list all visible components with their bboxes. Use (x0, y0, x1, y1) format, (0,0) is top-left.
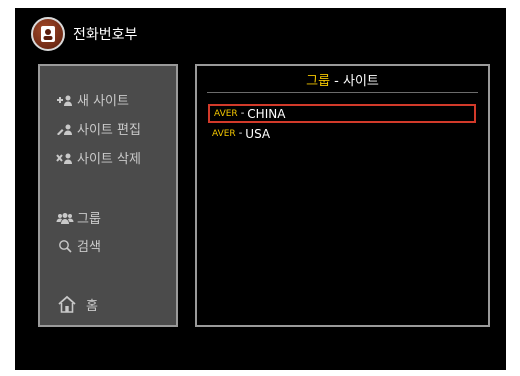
delete-site-label: 사이트 삭제 (77, 152, 141, 167)
add-user-icon (56, 93, 74, 107)
group-label: 그룹 (77, 212, 101, 227)
search-button[interactable]: 검색 (56, 236, 101, 255)
site-separator: - (240, 108, 245, 119)
home-icon (56, 294, 78, 314)
group-icon (56, 211, 74, 225)
search-label: 검색 (77, 240, 101, 255)
header: 전화번호부 (31, 16, 137, 52)
edit-site-button[interactable]: 사이트 편집 (56, 119, 141, 138)
search-icon (56, 239, 74, 253)
menu-panel: 새 사이트 사이트 편집 사이트 삭제 그룹 검색 홈 (38, 64, 178, 327)
home-label: 홈 (86, 298, 98, 314)
edit-site-label: 사이트 편집 (77, 123, 141, 138)
site-name: USA (245, 126, 271, 141)
group-button[interactable]: 그룹 (56, 208, 101, 227)
edit-user-icon (56, 122, 74, 136)
delete-user-icon (56, 151, 74, 165)
site-row-china[interactable]: AVER - CHINA (208, 104, 476, 123)
list-title-divider (207, 92, 478, 93)
list-title: 그룹 - 사이트 (197, 70, 488, 89)
site-group: AVER (212, 128, 236, 139)
add-site-button[interactable]: 새 사이트 (56, 90, 129, 109)
phonebook-screen: 전화번호부 새 사이트 사이트 편집 사이트 삭제 그룹 검색 홈 그룹 - 사… (15, 8, 506, 370)
list-title-site: 사이트 (343, 74, 379, 89)
site-name: CHINA (247, 106, 286, 121)
page-title: 전화번호부 (73, 27, 138, 43)
site-row-usa[interactable]: AVER - USA (208, 124, 476, 143)
site-separator: - (238, 128, 243, 139)
site-group: AVER (214, 108, 238, 119)
add-site-label: 새 사이트 (77, 94, 129, 109)
list-title-group: 그룹 (306, 74, 331, 89)
phonebook-contact-icon (31, 17, 65, 51)
delete-site-button[interactable]: 사이트 삭제 (56, 148, 141, 167)
site-list-panel: 그룹 - 사이트 AVER - CHINA AVER - USA (195, 64, 490, 327)
home-button[interactable]: 홈 (56, 294, 98, 314)
list-title-sep: - (330, 74, 343, 89)
